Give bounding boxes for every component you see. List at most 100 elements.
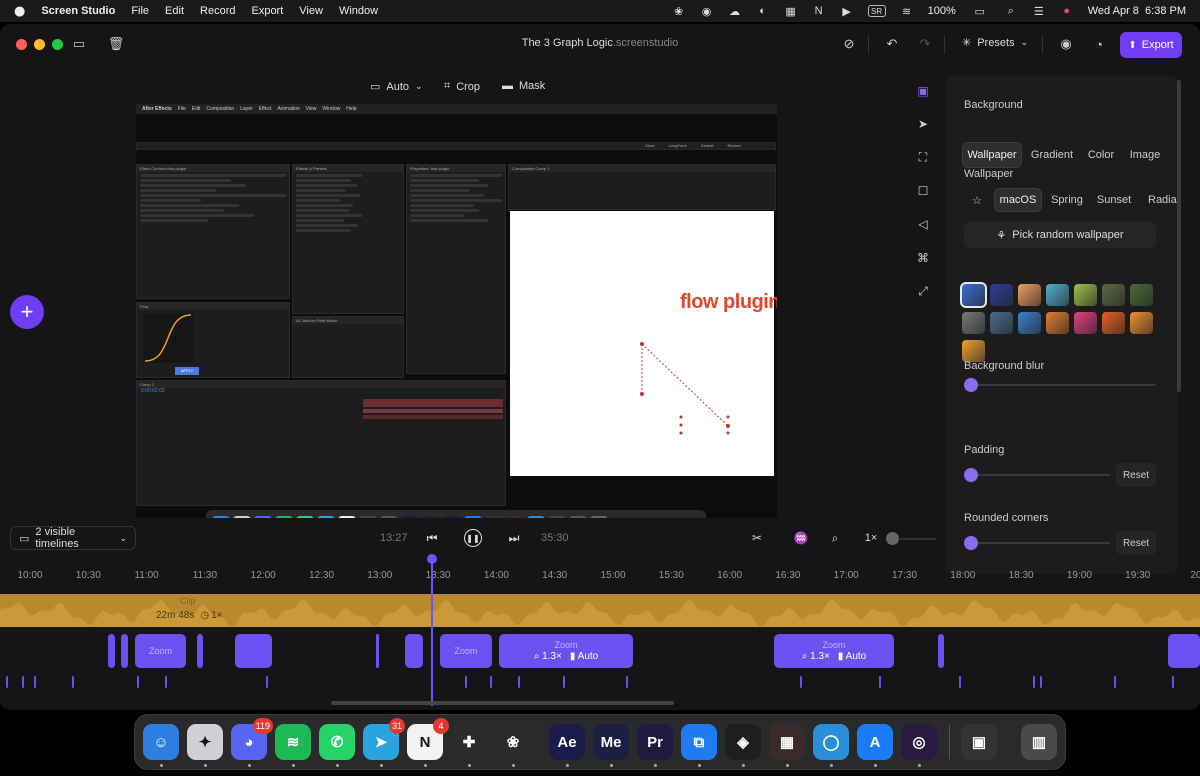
presets-dropdown[interactable]: ✳ Presets ⌄ bbox=[962, 36, 1028, 50]
click-marker[interactable] bbox=[490, 676, 492, 688]
padding-reset-button[interactable]: Reset bbox=[1116, 463, 1156, 487]
click-marker[interactable] bbox=[1114, 676, 1116, 688]
background-blur-knob[interactable] bbox=[964, 378, 978, 392]
chip-radial[interactable]: Radia bbox=[1140, 188, 1177, 212]
zoom-segment[interactable] bbox=[235, 634, 272, 668]
wallpaper-thumbnail[interactable] bbox=[962, 340, 985, 362]
zoom-window-button[interactable] bbox=[52, 39, 63, 50]
wallpaper-thumbnail[interactable] bbox=[1046, 284, 1069, 306]
wallpaper-thumbnail[interactable] bbox=[1102, 312, 1125, 334]
zoom-segment[interactable]: Zoom ⌕ 1.3× ▮ Auto bbox=[499, 634, 633, 668]
menu-view[interactable]: View bbox=[299, 5, 323, 17]
settings-scrollbar[interactable] bbox=[1177, 80, 1181, 392]
padding-knob[interactable] bbox=[964, 468, 978, 482]
wallpaper-thumbnail[interactable] bbox=[990, 312, 1013, 334]
close-window-button[interactable] bbox=[16, 39, 27, 50]
notion-dock-icon[interactable]: N4 bbox=[407, 718, 449, 760]
click-marker[interactable] bbox=[266, 676, 268, 688]
menu-window[interactable]: Window bbox=[339, 5, 378, 17]
battery-icon[interactable]: ▭ bbox=[970, 5, 990, 18]
chip-sunset[interactable]: Sunset bbox=[1092, 188, 1136, 212]
padding-slider[interactable] bbox=[970, 474, 1110, 476]
wallpaper-thumbnail[interactable] bbox=[1074, 312, 1097, 334]
click-marker[interactable] bbox=[879, 676, 881, 688]
tab-image[interactable]: Image bbox=[1124, 142, 1166, 168]
spotify-dock-icon[interactable]: ≋ bbox=[275, 724, 311, 760]
zoom-segment[interactable] bbox=[1168, 634, 1200, 668]
time-ruler[interactable]: 10:00 10:30 11:00 11:30 12:00 12:30 13:00 13:30… bbox=[0, 565, 1200, 585]
pick-random-wallpaper-button[interactable]: ⚘ Pick random wallpaper bbox=[964, 222, 1156, 248]
export-button[interactable]: ⬆ Export bbox=[1120, 32, 1182, 58]
captions-tool-icon[interactable]: ☐ bbox=[912, 180, 934, 202]
scissors-icon[interactable]: ✂ bbox=[748, 529, 766, 547]
chatgpt-dock-icon[interactable]: ❀ bbox=[495, 724, 531, 760]
background-tool-icon[interactable]: ▣ bbox=[912, 80, 934, 102]
grid-status-icon[interactable]: ▦ bbox=[784, 5, 798, 18]
grid-app-dock-icon[interactable]: ▦ bbox=[769, 724, 805, 760]
crop-button[interactable]: ⌗ Crop bbox=[444, 80, 480, 93]
menu-app-name[interactable]: Screen Studio bbox=[41, 5, 115, 17]
wallpaper-thumbnail[interactable] bbox=[990, 284, 1013, 306]
discord-dock-icon[interactable]: ◕ 119 bbox=[231, 718, 273, 760]
wallpaper-thumbnail[interactable] bbox=[962, 312, 985, 334]
menubar-datetime[interactable]: Wed Apr 8 6:38 PM bbox=[1088, 5, 1186, 17]
click-marker[interactable] bbox=[465, 676, 467, 688]
quicktime-dock-icon[interactable]: ◯ bbox=[813, 724, 849, 760]
zoom-segment[interactable]: Zoom bbox=[135, 634, 186, 668]
zoom-segment[interactable] bbox=[938, 634, 944, 668]
whatsapp-dock-icon[interactable]: ✆ bbox=[319, 724, 355, 760]
cloud-status-icon[interactable]: ☁ bbox=[728, 5, 742, 18]
redo-icon[interactable]: ↷ bbox=[916, 35, 934, 53]
wallpaper-thumbnail[interactable] bbox=[1018, 284, 1041, 306]
background-blur-slider[interactable] bbox=[970, 384, 1156, 386]
chatgpt-status-icon[interactable]: ❀ bbox=[672, 5, 686, 18]
minimize-window-button[interactable] bbox=[34, 39, 45, 50]
timeline-zoom-track[interactable] bbox=[900, 538, 936, 540]
audio-tool-icon[interactable]: ◁ bbox=[912, 213, 934, 235]
pause-button[interactable]: ❚❚ bbox=[464, 529, 482, 547]
after-effects-dock-icon[interactable]: Ae bbox=[549, 724, 585, 760]
click-marker[interactable] bbox=[6, 676, 8, 688]
screen-studio-dock-icon[interactable]: ✦ bbox=[187, 724, 223, 760]
wifi-icon[interactable]: ≋ bbox=[900, 5, 914, 18]
trash-dock-icon[interactable]: ▥ bbox=[1021, 724, 1057, 760]
recording-preview[interactable]: After Effects File Edit Composition Laye… bbox=[136, 104, 777, 518]
search-icon[interactable]: ⌕ bbox=[1004, 5, 1018, 17]
click-marker[interactable] bbox=[626, 676, 628, 688]
add-button[interactable]: + bbox=[10, 295, 44, 329]
no-entry-icon[interactable]: ⊘ bbox=[840, 35, 858, 53]
wallpaper-thumbnail[interactable] bbox=[1102, 284, 1125, 306]
timeline-zoom-knob[interactable] bbox=[886, 532, 899, 545]
zoom-segment[interactable] bbox=[376, 634, 379, 668]
menu-record[interactable]: Record bbox=[200, 5, 235, 17]
zoom-segment[interactable]: Zoom ⌕ 1.3× ▮ Auto bbox=[774, 634, 894, 668]
click-marker[interactable] bbox=[1033, 676, 1035, 688]
tab-gradient[interactable]: Gradient bbox=[1026, 142, 1078, 168]
motion-tool-icon[interactable]: ⤢ bbox=[912, 280, 934, 302]
finder-dock-icon[interactable]: ☺ bbox=[143, 724, 179, 760]
click-marker[interactable] bbox=[34, 676, 36, 688]
play-status-icon[interactable]: ▶ bbox=[840, 5, 854, 18]
framer-dock-icon[interactable]: ⧉ bbox=[681, 724, 717, 760]
media-encoder-dock-icon[interactable]: Me bbox=[593, 724, 629, 760]
click-marker[interactable] bbox=[72, 676, 74, 688]
zoom-search-icon[interactable]: ⌕ bbox=[826, 529, 844, 547]
photo-dock-icon[interactable]: ▣ bbox=[961, 724, 997, 760]
playhead-handle[interactable] bbox=[427, 554, 437, 564]
waveform-icon[interactable]: ♒ bbox=[792, 529, 810, 547]
sr-status-icon[interactable]: SR bbox=[867, 5, 886, 17]
wallpaper-thumbnail[interactable] bbox=[960, 282, 987, 308]
wallpaper-thumbnail[interactable] bbox=[1130, 312, 1153, 334]
app-store-dock-icon[interactable]: A bbox=[857, 724, 893, 760]
click-marker[interactable] bbox=[518, 676, 520, 688]
click-marker[interactable] bbox=[1040, 676, 1042, 688]
trash-icon[interactable]: 🗑︎ bbox=[107, 35, 125, 53]
menu-edit[interactable]: Edit bbox=[165, 5, 184, 17]
preview-eye-icon[interactable]: ◉ bbox=[1057, 35, 1075, 53]
zoom-segment[interactable]: Zoom bbox=[440, 634, 492, 668]
cursor-tool-icon[interactable]: ➤ bbox=[912, 113, 934, 135]
notion-status-icon[interactable]: N bbox=[812, 5, 826, 17]
zoom-segment[interactable] bbox=[405, 634, 423, 668]
chip-macos[interactable]: macOS bbox=[994, 188, 1042, 212]
zoom-segment[interactable] bbox=[121, 634, 128, 668]
